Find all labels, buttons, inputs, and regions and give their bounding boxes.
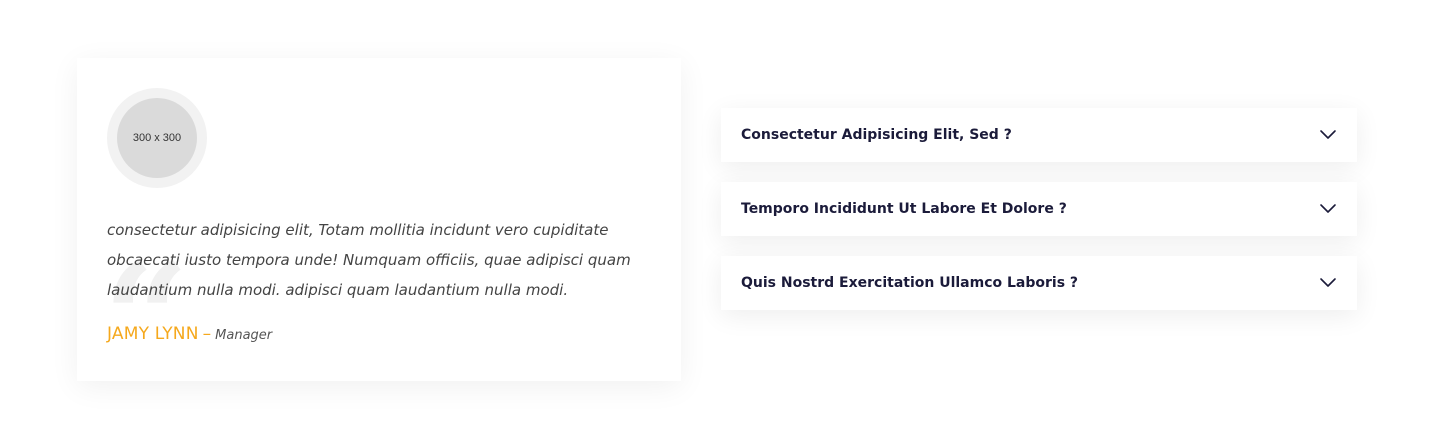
author-role: Manager — [215, 328, 273, 343]
chevron-down-icon[interactable] — [1319, 201, 1337, 217]
accordion-item-2[interactable]: Temporo Incididunt Ut Labore Et Dolore ? — [721, 182, 1357, 236]
accordion-item-title[interactable]: Consectetur Adipisicing Elit, Sed ? — [741, 108, 1012, 162]
author-name: JAMY LYNN — [107, 324, 199, 344]
accordion-item-1[interactable]: Consectetur Adipisicing Elit, Sed ? — [721, 108, 1357, 162]
accordion-item-title[interactable]: Quis Nostrd Exercitation Ullamco Laboris… — [741, 256, 1078, 310]
chevron-down-icon[interactable] — [1319, 275, 1337, 291]
faq-accordion: Consectetur Adipisicing Elit, Sed ? Temp… — [721, 108, 1357, 310]
avatar-placeholder-label: 300 x 300 — [132, 132, 182, 144]
testimonial-author: JAMY LYNN – Manager — [107, 324, 272, 344]
page: 300 x 300 “ consectetur adipisicing elit… — [0, 0, 1436, 442]
accordion-item-title[interactable]: Temporo Incididunt Ut Labore Et Dolore ? — [741, 182, 1067, 236]
testimonial-quote: consectetur adipisicing elit, Totam moll… — [107, 221, 631, 299]
avatar: 300 x 300 — [117, 98, 197, 178]
chevron-down-icon[interactable] — [1319, 127, 1337, 143]
testimonial-card: 300 x 300 “ consectetur adipisicing elit… — [77, 58, 681, 394]
author-separator: – — [202, 324, 212, 344]
avatar-ring: 300 x 300 — [107, 88, 207, 188]
accordion-item-3[interactable]: Quis Nostrd Exercitation Ullamco Laboris… — [721, 256, 1357, 310]
